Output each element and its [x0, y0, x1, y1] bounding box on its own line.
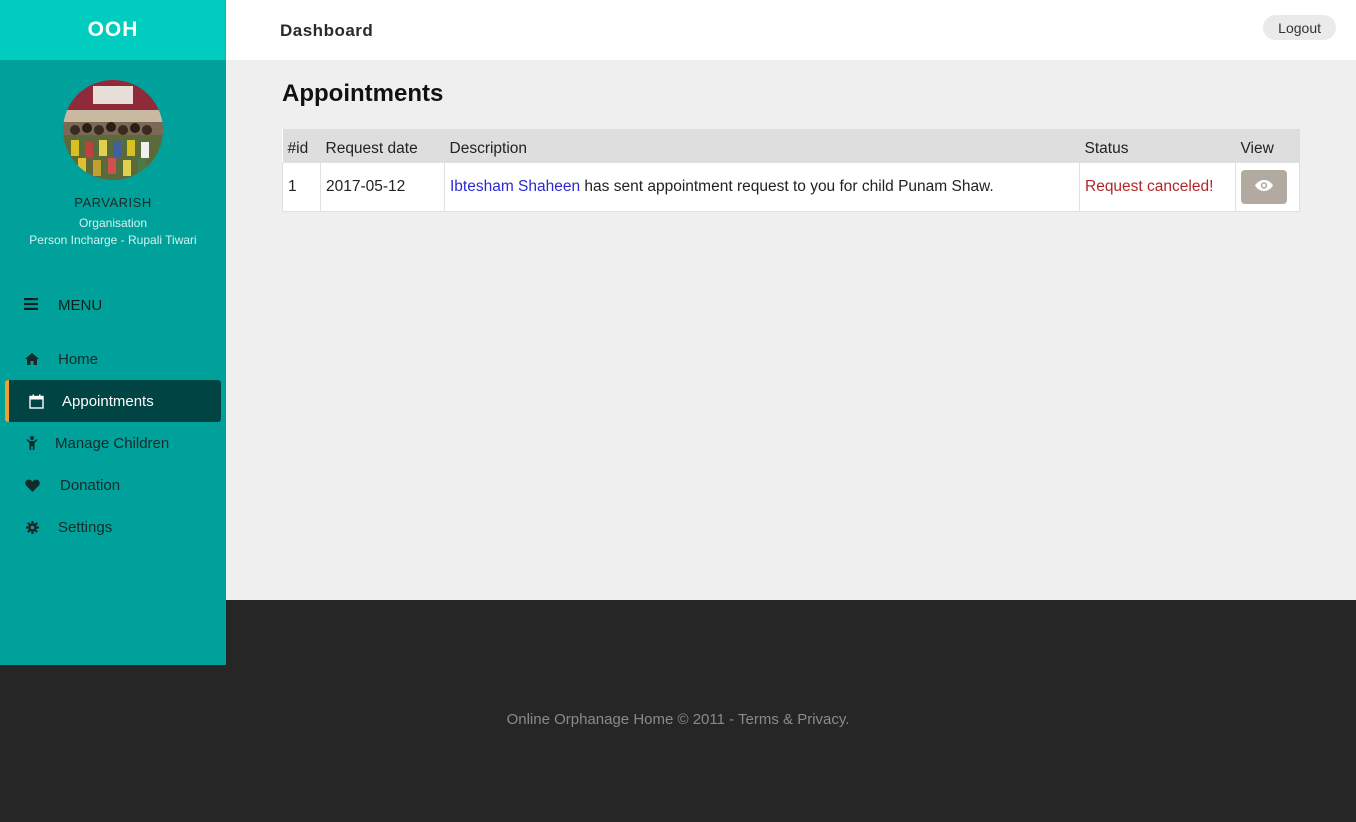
sidebar-item-donation[interactable]: Donation — [5, 464, 221, 506]
column-header-request-date: Request date — [320, 129, 445, 162]
sidebar-item-settings[interactable]: Settings — [5, 506, 221, 548]
sidebar-item-label: Manage Children — [55, 434, 170, 452]
appointments-table: #id Request date Description Status View… — [282, 129, 1300, 212]
table-row: 1 2017-05-12 Ibtesham Shaheen has sent a… — [282, 161, 1300, 212]
logout-button[interactable]: Logout — [1263, 15, 1336, 40]
gear-icon — [24, 520, 40, 534]
menu-label: MENU — [58, 297, 103, 314]
sidebar-item-home[interactable]: Home — [5, 338, 221, 380]
org-incharge: Person Incharge - Rupali Tiwari — [29, 233, 197, 247]
footer-text: Online Orphanage Home © 2011 - Terms & P… — [506, 711, 850, 728]
heart-icon — [24, 479, 40, 492]
sidebar-item-label: Settings — [58, 518, 113, 536]
org-type: Organisation — [78, 216, 148, 230]
description-text: has sent appointment request to you for … — [580, 177, 994, 195]
brand-logo[interactable]: OOH — [0, 0, 226, 60]
calendar-icon — [28, 394, 44, 409]
sidebar-item-label: Home — [58, 350, 99, 368]
column-header-status: Status — [1079, 129, 1236, 162]
cell-request-date: 2017-05-12 — [320, 161, 445, 212]
cell-view — [1235, 161, 1300, 212]
sidebar-item-label: Appointments — [62, 392, 154, 410]
status-badge: Request canceled! — [1079, 161, 1236, 212]
topbar: Dashboard Logout — [226, 0, 1356, 60]
page-header-title: Dashboard — [280, 21, 374, 40]
column-header-view: View — [1235, 129, 1300, 162]
column-header-description: Description — [444, 129, 1080, 162]
table-header-row: #id Request date Description Status View — [282, 129, 1300, 162]
requester-link[interactable]: Ibtesham Shaheen — [450, 178, 580, 195]
eye-icon — [1255, 179, 1273, 194]
sidebar-item-appointments[interactable]: Appointments — [5, 380, 221, 422]
view-button[interactable] — [1241, 169, 1287, 204]
sidebar-item-label: Donation — [60, 476, 121, 494]
org-name: PARVARISH — [74, 195, 152, 210]
cell-id: 1 — [282, 161, 321, 212]
page-title: Appointments — [282, 80, 444, 107]
home-icon — [24, 353, 40, 365]
column-header-id: #id — [282, 129, 321, 162]
avatar — [63, 80, 163, 180]
sidebar: OOH PARVARISH Organisation Person Inchar… — [0, 0, 226, 665]
main-content: Appointments #id Request date Descriptio… — [226, 60, 1356, 600]
sidebar-item-manage-children[interactable]: Manage Children — [5, 422, 221, 464]
hamburger-icon — [24, 297, 38, 314]
menu-toggle[interactable]: MENU — [24, 297, 102, 314]
child-icon — [24, 436, 40, 450]
cell-description: Ibtesham Shaheen has sent appointment re… — [444, 161, 1080, 212]
